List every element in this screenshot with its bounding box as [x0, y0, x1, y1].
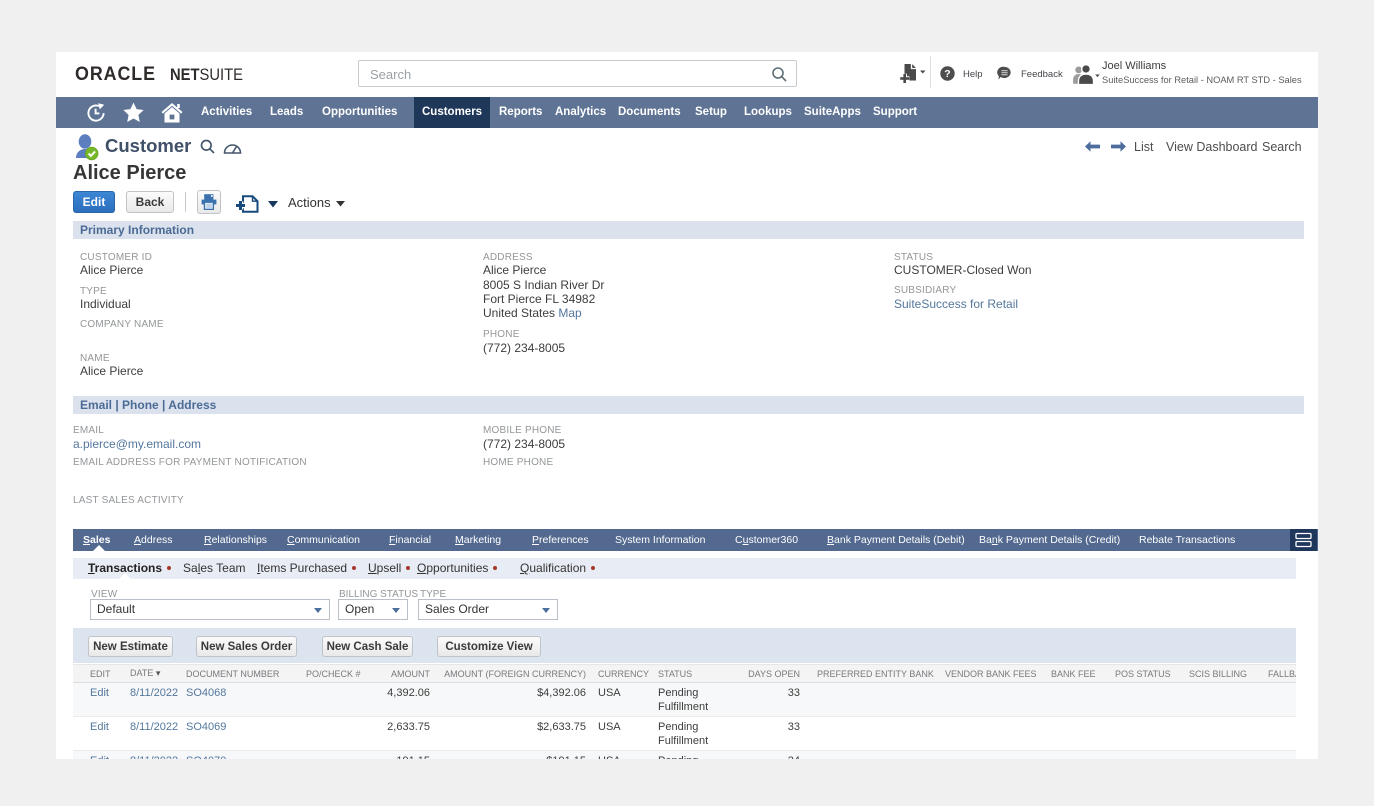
- svg-text:?: ?: [944, 68, 950, 80]
- svg-text:ORACLE: ORACLE: [75, 64, 156, 84]
- svg-text:NETSUITE: NETSUITE: [170, 66, 243, 84]
